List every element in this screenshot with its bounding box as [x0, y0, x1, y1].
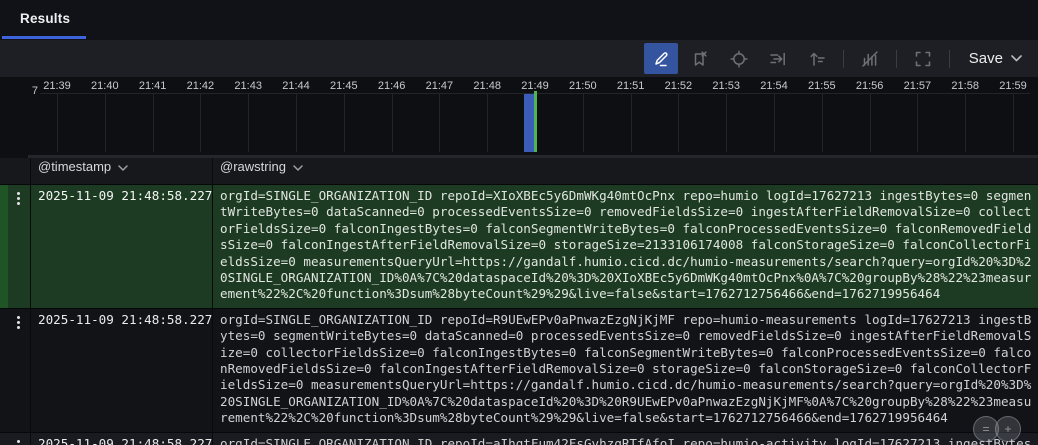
time-tick-label: 21:47	[425, 80, 454, 92]
time-gridline	[248, 93, 250, 152]
chevron-down-icon	[293, 159, 303, 174]
time-tick-label: 21:52	[664, 80, 693, 92]
time-tick-label: 21:54	[760, 80, 788, 92]
time-tick-label: 21:42	[186, 80, 215, 92]
table-row[interactable]: 2025-11-09 21:48:58.227 orgId=SINGLE_ORGA…	[0, 307, 1038, 432]
rawstring-cell[interactable]: orgId=SINGLE_ORGANIZATION_ID repoId=R9UE…	[213, 309, 1038, 432]
table-body: 2025-11-09 21:48:58.227 orgId=SINGLE_ORGA…	[0, 184, 1038, 445]
kebab-menu-icon[interactable]	[17, 439, 20, 445]
column-header-timestamp[interactable]: @timestamp	[31, 158, 213, 184]
results-table: @timestamp @rawstring 2025-11-09 21:48:5…	[0, 158, 1038, 445]
row-selection-stripe	[0, 185, 8, 308]
rawstring-cell[interactable]: orgId=SINGLE_ORGANIZATION_ID repoId=XIoX…	[213, 185, 1038, 308]
tab-bar: Results	[0, 0, 1038, 40]
header-gutter-spacer	[8, 158, 31, 184]
time-tick-label: 21:53	[712, 80, 740, 92]
time-gridline	[152, 93, 154, 152]
annotate-pencil-icon	[651, 49, 671, 69]
time-tick-label: 21:41	[138, 80, 167, 92]
time-tick-label: 21:40	[91, 80, 119, 92]
header-stripe-spacer	[0, 158, 8, 184]
results-toolbar: Save	[0, 40, 1038, 77]
remove-bookmark-button[interactable]	[683, 43, 717, 74]
time-tick-label: 21:57	[903, 80, 932, 92]
selected-time-marker	[534, 91, 537, 152]
table-row[interactable]: 2025-11-09 21:48:58.227 orgId=SINGLE_ORGA…	[0, 431, 1038, 445]
y-axis-tick-label: 7	[31, 85, 38, 97]
time-tick-label: 21:59	[999, 80, 1027, 92]
time-tick-label: 21:46	[377, 80, 406, 92]
tab-results[interactable]: Results	[20, 11, 70, 26]
time-gridline	[1013, 93, 1014, 152]
toolbar-divider	[895, 49, 897, 68]
remove-bookmark-icon	[690, 49, 710, 69]
save-button[interactable]: Save	[959, 50, 1028, 67]
histogram-bar[interactable]	[524, 94, 534, 152]
row-selection-stripe	[0, 433, 8, 445]
annotate-pencil-button[interactable]	[643, 43, 678, 74]
time-gridline	[582, 93, 584, 152]
scroll-to-latest-button[interactable]	[761, 43, 795, 74]
column-header-rawstring[interactable]: @rawstring	[213, 158, 1038, 184]
time-gridline	[917, 93, 919, 152]
time-tick-label: 21:45	[330, 80, 358, 92]
toolbar-divider	[842, 49, 844, 68]
time-gridline	[439, 93, 441, 152]
time-gridline	[200, 93, 202, 152]
time-gridline	[296, 93, 297, 152]
row-selection-stripe	[0, 309, 8, 432]
column-header-rawstring-label: @rawstring	[220, 159, 286, 174]
crosshair-button[interactable]	[722, 43, 756, 74]
event-timeline-chart[interactable]: 7 21:39 21:40 21:41 21:42 21:43 21:44 21:45 21:…	[0, 77, 1038, 158]
chevron-down-icon	[1011, 55, 1022, 62]
fullscreen-icon	[913, 49, 933, 69]
scroll-to-latest-icon	[768, 49, 788, 69]
time-tick-label: 21:56	[855, 80, 884, 92]
column-header-timestamp-label: @timestamp	[38, 159, 112, 174]
time-gridline	[726, 93, 728, 152]
row-gutter	[8, 432, 31, 445]
table-header-row: @timestamp @rawstring	[0, 158, 1038, 184]
time-gridline	[678, 93, 680, 152]
timestamp-cell[interactable]: 2025-11-09 21:48:58.227	[31, 308, 213, 432]
timestamp-cell[interactable]: 2025-11-09 21:48:58.227	[31, 432, 213, 445]
time-gridline	[821, 93, 823, 152]
time-gridline	[774, 93, 775, 152]
fullscreen-button[interactable]	[906, 43, 940, 74]
sort-order-button[interactable]	[800, 43, 834, 74]
log-results-panel: Results Save 7 21:39 21:40 21:41 21:42 2…	[0, 0, 1038, 445]
kebab-menu-icon[interactable]	[17, 315, 20, 329]
time-tick-label: 21:58	[951, 80, 979, 92]
kebab-menu-icon[interactable]	[17, 192, 20, 205]
time-gridline	[487, 93, 489, 152]
row-gutter	[8, 185, 31, 308]
time-tick-label: 21:50	[569, 80, 597, 92]
time-gridline	[630, 93, 632, 152]
time-tick-label: 21:39	[43, 80, 71, 92]
toolbar-divider	[948, 49, 950, 68]
time-gridline	[965, 93, 967, 152]
time-tick-label: 21:51	[616, 80, 645, 92]
time-tick-label: 21:44	[282, 80, 310, 92]
time-gridline	[391, 93, 393, 152]
time-tick-label: 21:48	[473, 80, 501, 92]
time-tick-label: 21:43	[234, 80, 262, 92]
time-tick-label: 21:55	[808, 80, 836, 92]
timestamp-cell[interactable]: 2025-11-09 21:48:58.227	[31, 185, 213, 308]
save-button-label: Save	[968, 50, 1003, 67]
chevron-down-icon	[118, 159, 128, 174]
table-row[interactable]: 2025-11-09 21:48:58.227 orgId=SINGLE_ORGA…	[0, 184, 1038, 308]
rawstring-cell[interactable]: orgId=SINGLE_ORGANIZATION_ID repoId=aIhg…	[213, 433, 1038, 445]
time-gridline	[343, 93, 345, 152]
time-gridline	[57, 93, 58, 152]
toggle-histogram-button[interactable]	[853, 43, 887, 74]
time-gridline	[104, 93, 106, 152]
sort-order-icon	[807, 49, 827, 69]
row-gutter	[8, 308, 31, 432]
crosshair-icon	[729, 49, 749, 69]
overlay-circle: +	[995, 416, 1021, 442]
time-gridline	[869, 93, 871, 152]
toggle-histogram-icon	[860, 49, 880, 69]
tab-active-underline	[2, 36, 86, 39]
